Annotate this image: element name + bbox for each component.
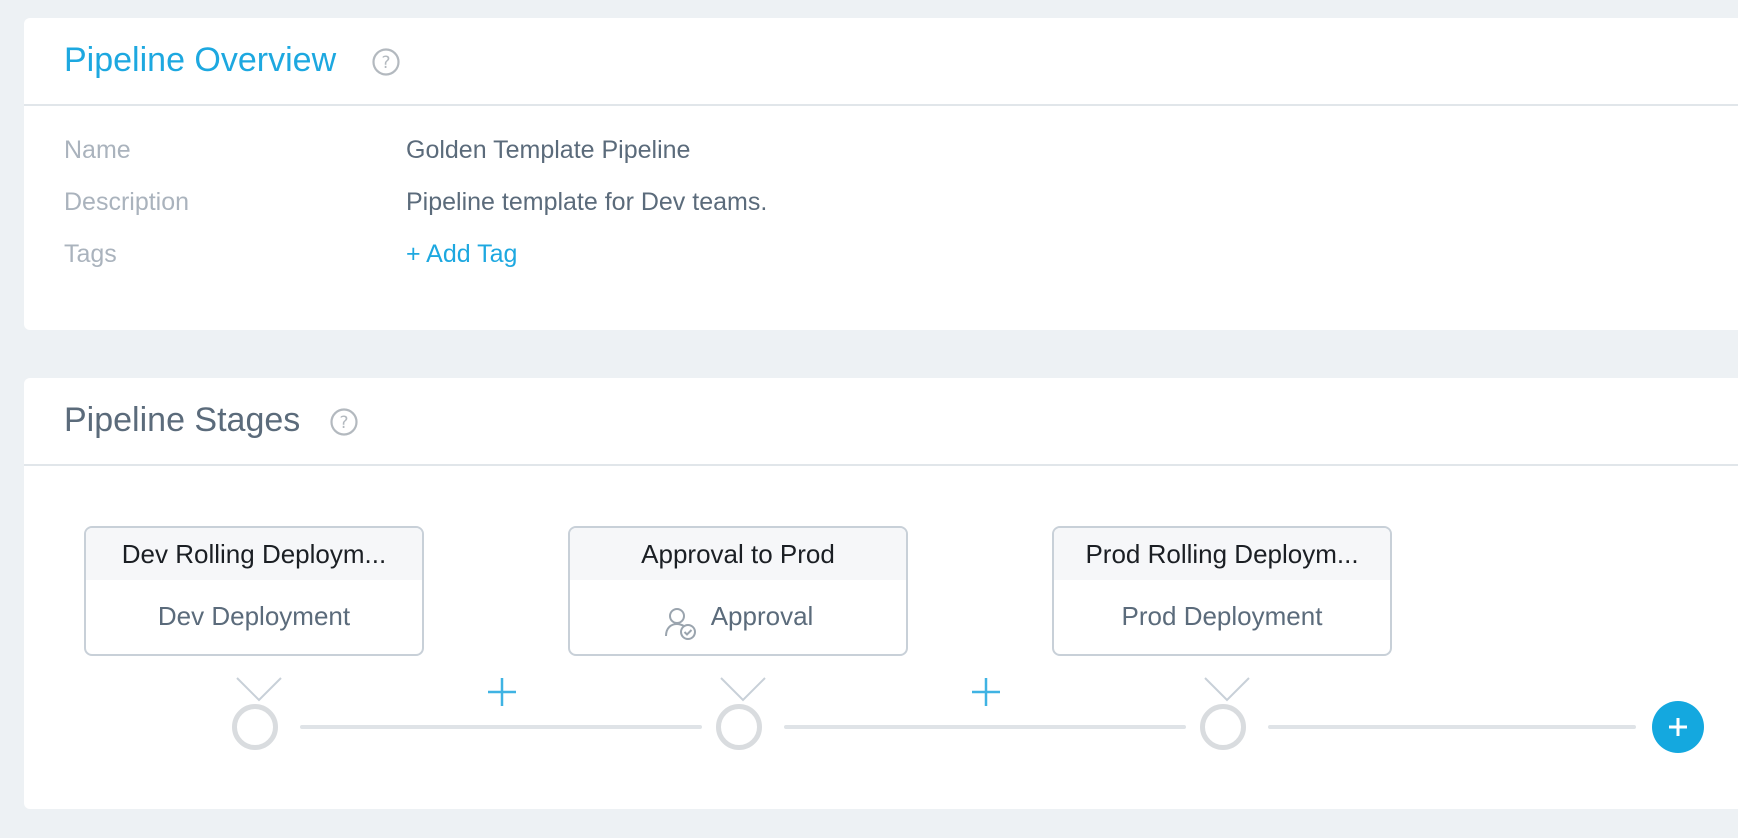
svg-text:?: ?	[339, 413, 348, 433]
description-label: Description	[64, 188, 190, 216]
pipeline-overview-card: Pipeline Overview ? Name Golden Template…	[24, 18, 1738, 330]
pipeline-stages-header: Pipeline Stages ?	[24, 378, 1738, 466]
tags-label: Tags	[64, 240, 117, 268]
insert-stage-plus-icon[interactable]	[486, 676, 518, 708]
help-icon[interactable]: ?	[372, 48, 400, 76]
stage-node[interactable]	[232, 704, 278, 750]
stage-type: Prod Deployment	[1121, 601, 1323, 631]
stage-node[interactable]	[1200, 704, 1246, 750]
stage-connector	[1268, 725, 1636, 729]
name-label: Name	[64, 136, 131, 164]
user-check-icon	[663, 597, 699, 641]
stage-type-row: Approval	[570, 580, 906, 652]
insert-stage-plus-icon[interactable]	[970, 676, 1002, 708]
pipeline-overview-title: Pipeline Overview	[64, 41, 337, 79]
stage-node[interactable]	[716, 704, 762, 750]
stage-connector	[300, 725, 702, 729]
description-value: Pipeline template for Dev teams.	[406, 188, 768, 216]
stage-card-dev-rolling[interactable]: Dev Rolling Deploym... Dev Deployment	[84, 526, 424, 702]
pipeline-stages-card: Pipeline Stages ? Dev Rolling Deploym...…	[24, 378, 1738, 809]
stage-connector	[784, 725, 1186, 729]
svg-text:?: ?	[381, 53, 390, 73]
plus-icon	[1652, 701, 1704, 758]
stage-name: Approval to Prod	[570, 528, 906, 580]
stage-card-approval[interactable]: Approval to Prod Approval	[568, 526, 908, 702]
add-stage-button[interactable]	[1652, 701, 1704, 753]
pipeline-stages-title: Pipeline Stages	[64, 401, 301, 439]
stage-card-prod-rolling[interactable]: Prod Rolling Deploym... Prod Deployment	[1052, 526, 1392, 702]
stage-type: Approval	[710, 601, 814, 631]
stage-name: Prod Rolling Deploym...	[1054, 528, 1390, 580]
help-icon[interactable]: ?	[330, 408, 358, 436]
pipeline-overview-header: Pipeline Overview ?	[24, 18, 1738, 106]
add-tag-link[interactable]: + Add Tag	[406, 234, 517, 274]
name-value: Golden Template Pipeline	[406, 136, 691, 164]
stage-name: Dev Rolling Deploym...	[86, 528, 422, 580]
stage-type: Dev Deployment	[157, 601, 351, 631]
